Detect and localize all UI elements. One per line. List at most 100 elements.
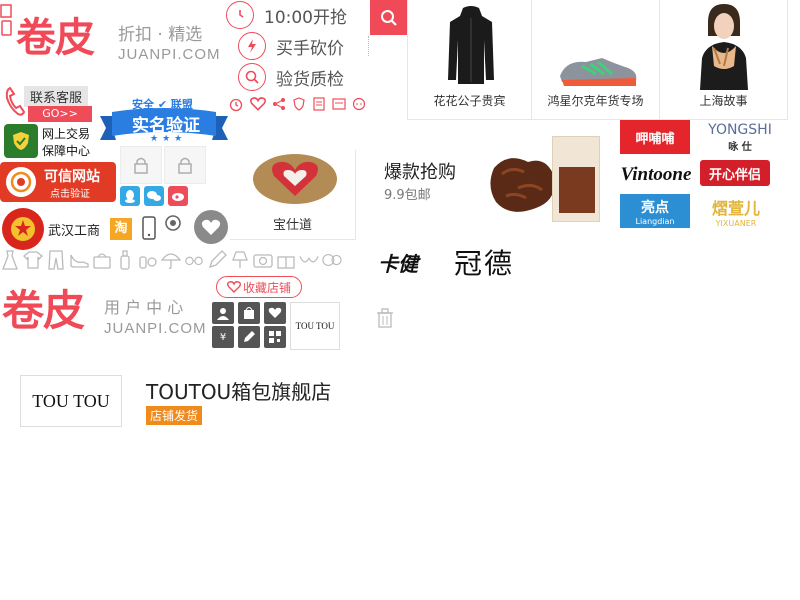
weibo-icon[interactable]	[168, 186, 188, 206]
brand-logo-kaixin[interactable]: 开心伴侣	[700, 160, 770, 186]
social-icons	[120, 186, 188, 206]
action-icons-row	[228, 96, 366, 116]
favorite-icon[interactable]	[264, 302, 286, 324]
like-icon[interactable]	[250, 96, 266, 116]
jacket-image	[448, 6, 494, 84]
bra-icon[interactable]	[299, 250, 319, 270]
logo-domain: JUANPI.COM	[118, 46, 221, 63]
verify-main-text: 实名验证	[132, 116, 200, 136]
wechat-icon[interactable]	[144, 186, 164, 206]
bottle-icon[interactable]	[115, 250, 135, 270]
brand-logo-text: 亮点	[641, 199, 669, 216]
pants-icon[interactable]	[46, 250, 66, 270]
edit-icon[interactable]	[238, 326, 260, 348]
promo-price: 9.9包邮	[384, 188, 431, 203]
dress-icon[interactable]	[0, 250, 20, 270]
toutou-small-logo[interactable]: TOU TOU	[290, 302, 340, 350]
brand-logo-text: Vintoone	[620, 164, 692, 185]
shirt-icon[interactable]	[23, 250, 43, 270]
quick-icons-grid: ¥	[212, 302, 288, 348]
rug-image	[253, 154, 337, 204]
photo-camera-icon[interactable]	[253, 250, 273, 270]
mobile-icon[interactable]	[142, 216, 156, 244]
qrcode-icon[interactable]	[264, 326, 286, 348]
dotted-divider	[368, 36, 369, 56]
beef-jerky-image	[490, 158, 555, 212]
chat-icon[interactable]	[352, 96, 366, 116]
taobao-badge[interactable]: 淘	[110, 218, 132, 240]
sneaker-image	[560, 58, 637, 86]
toutou-small-text: TOU TOU	[295, 321, 335, 331]
brand-logo-guande[interactable]: 冠德	[454, 242, 514, 282]
brand-card-shanghai-story[interactable]: 上海故事	[660, 0, 788, 120]
gift-icon[interactable]	[276, 250, 296, 270]
feature-item-time: 10:00开抢	[226, 1, 347, 29]
brand-card-label: 上海故事	[699, 94, 748, 108]
shield-small-icon[interactable]	[292, 96, 306, 116]
star-icons: ★★★	[150, 134, 187, 144]
logo-slogan: 折扣 · 精选	[118, 25, 203, 45]
camera-icon[interactable]	[164, 214, 182, 236]
trash-icon[interactable]	[376, 308, 394, 332]
brand-card-playboy[interactable]: 花花公子贵宾	[407, 0, 532, 120]
store-item-label: 宝仕道	[272, 218, 312, 233]
trade-guarantee-badge[interactable]: 网上交易 保障中心	[4, 124, 96, 160]
search-icon	[380, 9, 397, 26]
user-icon[interactable]	[212, 302, 234, 324]
trusted-site-text: 可信网站	[44, 169, 100, 185]
heart-icon[interactable]	[194, 210, 228, 244]
coupon-icon[interactable]: ¥	[212, 326, 234, 348]
user-center-logo[interactable]: 卷皮 用 户 中 心 JUANPI.COM	[0, 280, 210, 344]
brand-logo-text: 熠萱儿	[711, 198, 760, 218]
alarm-icon[interactable]	[228, 96, 244, 116]
feature-label: 10:00开抢	[264, 7, 347, 28]
trusted-site-badge[interactable]: 可信网站 点击验证	[0, 162, 116, 202]
store-name[interactable]: TOUTOU箱包旗舰店	[146, 376, 331, 405]
lamp-icon[interactable]	[230, 250, 250, 270]
handbag-icon[interactable]	[92, 250, 112, 270]
brand-logo-text: 开心伴侣	[708, 167, 761, 183]
heel-icon[interactable]	[69, 250, 89, 270]
brand-logo-vintoone[interactable]: Vintoone	[620, 158, 692, 192]
search-button[interactable]	[370, 0, 407, 35]
shopping-bag-icon[interactable]	[238, 302, 260, 324]
heart-outline-icon	[226, 281, 241, 293]
logo-cn: 卷皮	[2, 286, 85, 335]
brand-logo-liangdian[interactable]: 亮点 Liangdian	[620, 194, 690, 228]
list-icon[interactable]	[332, 96, 346, 116]
store-logo-text: TOU TOU	[32, 390, 110, 411]
share-icon[interactable]	[272, 96, 286, 116]
brand-logo-yongshi[interactable]: YONGSHI 咏 仕	[692, 120, 788, 154]
brand-logo-sub: YIXUANER	[715, 218, 757, 228]
trade-guarantee-line2: 保障中心	[42, 144, 91, 158]
store-badge: 店铺发货	[146, 406, 203, 425]
brand-logo-sub: Liangdian	[635, 216, 675, 226]
store-item-baoshidao[interactable]: 宝仕道	[230, 150, 356, 240]
promo-banner[interactable]: 爆款抢购 9.9包邮	[376, 124, 606, 230]
brand-logo-kajian[interactable]: 卡健	[378, 248, 418, 277]
logo-user-center: 用 户 中 心	[104, 298, 184, 317]
store-logo[interactable]: TOU TOU	[20, 375, 122, 427]
go-button[interactable]: GO>>	[28, 106, 92, 122]
juanpi-logo[interactable]: 卷皮 折扣 · 精选 JUANPI.COM	[0, 0, 221, 80]
receipt-icon[interactable]	[312, 96, 326, 116]
logo-domain: JUANPI.COM	[104, 320, 207, 337]
lightning-icon	[238, 32, 266, 60]
brand-logo-xiabu[interactable]: 呷哺哺	[620, 120, 690, 154]
favorite-store-button[interactable]: 收藏店铺	[216, 276, 302, 298]
umbrella-icon[interactable]	[161, 250, 181, 270]
brand-card-erke[interactable]: 鸿星尔克年货专场	[532, 0, 660, 120]
wuhan-ic-badge[interactable]: 武汉工商	[2, 206, 106, 250]
baby-bottle-icon[interactable]	[138, 250, 158, 270]
feature-item-inspect: 验货质检	[238, 63, 344, 91]
brand-card-label: 花花公子贵宾	[433, 94, 506, 108]
clock-icon	[226, 1, 254, 29]
contact-service[interactable]: 联系客服 GO>>	[0, 84, 95, 122]
glasses-icon[interactable]	[184, 250, 204, 270]
realname-verify-badge[interactable]: 安全 ✔ 联盟 实名验证 ★★★	[100, 94, 228, 148]
qq-icon[interactable]	[120, 186, 140, 206]
brand-logo-yixuaner[interactable]: 熠萱儿 YIXUANER	[700, 194, 772, 228]
ball-icon[interactable]	[322, 250, 342, 270]
pencil-icon[interactable]	[207, 250, 227, 270]
trusted-site-sub: 点击验证	[50, 189, 90, 200]
